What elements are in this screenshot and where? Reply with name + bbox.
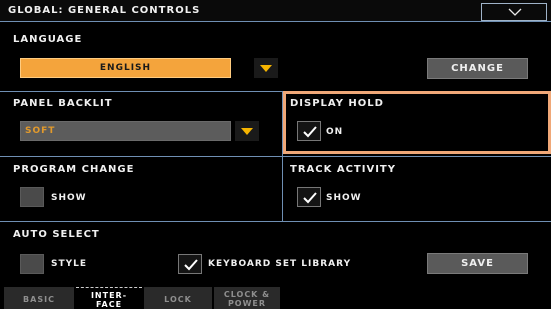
language-label: LANGUAGE (13, 34, 83, 45)
page-menu-button[interactable] (481, 3, 547, 21)
tab-clock-power[interactable]: CLOCK & POWER (214, 287, 280, 309)
tab-label-line2: FACE (95, 300, 123, 309)
checkmark-icon (184, 259, 198, 271)
tab-label: INTER- (90, 291, 128, 300)
tab-label-line2: POWER (227, 299, 267, 308)
tab-label: CLOCK & (223, 290, 271, 299)
style-checkbox[interactable] (20, 254, 44, 274)
triangle-down-icon (260, 65, 272, 72)
save-button[interactable]: SAVE (427, 253, 528, 274)
keyboard-set-library-option-label: KEYBOARD SET LIBRARY (208, 259, 352, 269)
section-divider (0, 221, 551, 222)
auto-select-label: AUTO SELECT (13, 229, 100, 240)
display-hold-checkbox[interactable] (297, 121, 321, 141)
tab-interface[interactable]: INTER- FACE (76, 287, 142, 309)
track-activity-checkbox[interactable] (297, 187, 321, 207)
language-dropdown[interactable]: ENGLISH (20, 58, 278, 78)
tab-label: BASIC (23, 295, 55, 304)
program-change-checkbox[interactable] (20, 187, 44, 207)
tab-label: LOCK (164, 295, 192, 304)
chevron-down-icon (508, 8, 522, 16)
triangle-down-icon (241, 128, 253, 135)
page-title: GLOBAL: GENERAL CONTROLS (8, 5, 201, 16)
section-divider (0, 156, 551, 157)
panel-backlit-dropdown-arrow[interactable] (235, 121, 259, 141)
track-activity-option-label: SHOW (326, 193, 362, 203)
display-hold-option-label: ON (326, 127, 344, 137)
language-dropdown-arrow[interactable] (254, 58, 278, 78)
panel-backlit-label: PANEL BACKLIT (13, 98, 113, 109)
panel-backlit-dropdown[interactable]: SOFT (20, 121, 231, 141)
tab-basic[interactable]: BASIC (4, 287, 74, 309)
display-hold-label: DISPLAY HOLD (290, 98, 384, 109)
change-language-button[interactable]: CHANGE (427, 58, 528, 79)
language-value: ENGLISH (20, 58, 231, 78)
track-activity-label: TRACK ACTIVITY (290, 164, 396, 175)
program-change-label: PROGRAM CHANGE (13, 164, 135, 175)
checkmark-icon (303, 126, 317, 138)
checkmark-icon (303, 192, 317, 204)
program-change-option-label: SHOW (51, 193, 87, 203)
keyboard-set-library-checkbox[interactable] (178, 254, 202, 274)
style-option-label: STYLE (51, 259, 88, 269)
tab-lock[interactable]: LOCK (144, 287, 212, 309)
